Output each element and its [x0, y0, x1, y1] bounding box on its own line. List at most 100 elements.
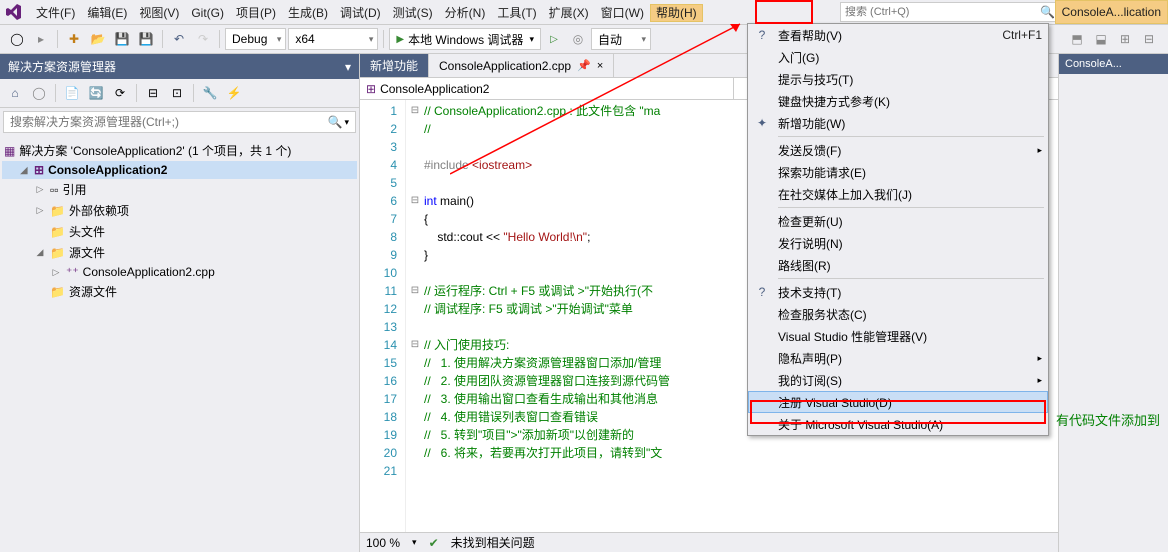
tab-cpp[interactable]: ConsoleApplication2.cpp📌×: [429, 54, 614, 77]
sync-icon[interactable]: 🔄: [85, 82, 107, 104]
play-nodbg-icon[interactable]: ▷: [543, 28, 565, 50]
project-node[interactable]: ◢ ⊞ ConsoleApplication2: [2, 161, 357, 179]
line-gutter: 123456789101112131415161718192021: [360, 100, 406, 552]
search-box[interactable]: 🔍: [840, 2, 1060, 22]
help-item[interactable]: 路线图(R): [748, 254, 1048, 276]
target-icon[interactable]: ◎: [567, 28, 589, 50]
ext-node[interactable]: ▷📁外部依赖项: [2, 200, 357, 221]
solution-node[interactable]: ▦ 解决方案 'ConsoleApplication2' (1 个项目，共 1 …: [2, 140, 357, 161]
r-tool4-icon[interactable]: ⊟: [1138, 28, 1160, 50]
start-debug-button[interactable]: ▶ 本地 Windows 调试器 ▾: [389, 28, 541, 50]
help-item[interactable]: ✦新增功能(W): [748, 112, 1048, 134]
collapse-icon[interactable]: ⊟: [142, 82, 164, 104]
props-icon[interactable]: 🔧: [199, 82, 221, 104]
res-node[interactable]: 📁资源文件: [2, 281, 357, 302]
explorer-search[interactable]: 🔍 ▾: [3, 111, 356, 133]
help-item[interactable]: 检查服务状态(C): [748, 303, 1048, 325]
help-item[interactable]: 发行说明(N): [748, 232, 1048, 254]
auto-combo[interactable]: 自动: [591, 28, 651, 50]
help-item[interactable]: 在社交媒体上加入我们(J): [748, 183, 1048, 205]
refs-node[interactable]: ▷▫▫引用: [2, 179, 357, 200]
expand-icon[interactable]: ▷: [34, 184, 46, 195]
help-item[interactable]: 我的订阅(S)▸: [748, 369, 1048, 391]
help-item[interactable]: ?技术支持(T): [748, 281, 1048, 303]
hdr-node[interactable]: 📁头文件: [2, 221, 357, 242]
help-item[interactable]: Visual Studio 性能管理器(V): [748, 325, 1048, 347]
help-item[interactable]: 提示与技巧(T): [748, 68, 1048, 90]
switch-icon[interactable]: 📄: [61, 82, 83, 104]
menu-窗口W[interactable]: 窗口(W): [595, 4, 650, 22]
menu-调试D[interactable]: 调试(D): [334, 4, 387, 22]
back2-icon[interactable]: ◯: [28, 82, 50, 104]
open-icon[interactable]: 📂: [87, 28, 109, 50]
issues-text: 未找到相关问题: [451, 534, 535, 551]
help-item[interactable]: 检查更新(U): [748, 210, 1048, 232]
menu-视图V[interactable]: 视图(V): [133, 4, 185, 22]
help-item[interactable]: 注册 Visual Studio(D): [748, 391, 1048, 413]
expand-icon[interactable]: ▷: [34, 205, 46, 216]
help-item[interactable]: 键盘快捷方式参考(K): [748, 90, 1048, 112]
help-item[interactable]: 隐私声明(P)▸: [748, 347, 1048, 369]
home-icon[interactable]: ⌂: [4, 82, 26, 104]
expand-icon[interactable]: ◢: [34, 247, 46, 258]
overflow-text: 有代码文件添加到: [1056, 410, 1160, 429]
preview-icon[interactable]: ⚡: [223, 82, 245, 104]
help-item[interactable]: ?查看帮助(V)Ctrl+F1: [748, 24, 1048, 46]
menu-帮助H[interactable]: 帮助(H): [650, 4, 703, 22]
explorer-search-input[interactable]: [10, 115, 328, 129]
menu-测试S[interactable]: 测试(S): [387, 4, 439, 22]
solution-tree[interactable]: ▦ 解决方案 'ConsoleApplication2' (1 个项目，共 1 …: [0, 136, 359, 552]
r-tool3-icon[interactable]: ⊞: [1114, 28, 1136, 50]
platform-combo[interactable]: x64: [288, 28, 378, 50]
menu-编辑E[interactable]: 编辑(E): [81, 4, 133, 22]
solution-explorer: 解决方案资源管理器▾ ⌂ ◯ 📄 🔄 ⟳ ⊟ ⊡ 🔧 ⚡ 🔍 ▾ ▦ 解决方案 …: [0, 54, 360, 552]
menu-项目P[interactable]: 项目(P): [230, 4, 282, 22]
menu-文件F[interactable]: 文件(F): [30, 4, 81, 22]
cpp-file-node[interactable]: ▷⁺⁺ConsoleApplication2.cpp: [2, 263, 357, 281]
help-item[interactable]: 入门(G): [748, 46, 1048, 68]
pin-icon[interactable]: 📌: [577, 59, 591, 72]
help-item[interactable]: 发送反馈(F)▸: [748, 139, 1048, 161]
src-node[interactable]: ◢📁源文件: [2, 242, 357, 263]
search-input[interactable]: [845, 6, 1040, 18]
zoom-level[interactable]: 100 %: [366, 536, 400, 550]
undo-icon[interactable]: ↶: [168, 28, 190, 50]
folder-icon: 📁: [50, 246, 65, 260]
refresh-icon[interactable]: ⟳: [109, 82, 131, 104]
back-icon[interactable]: ◯: [6, 28, 28, 50]
help-item[interactable]: 探索功能请求(E): [748, 161, 1048, 183]
fold-column[interactable]: ⊟⊟⊟⊟: [406, 100, 424, 552]
right-doc-tab[interactable]: ConsoleA...lication: [1055, 0, 1168, 24]
refs-icon: ▫▫: [50, 183, 59, 197]
fwd-icon[interactable]: ▸: [30, 28, 52, 50]
tab-whatsnew[interactable]: 新增功能: [360, 54, 429, 77]
menu-GitG[interactable]: Git(G): [185, 4, 230, 22]
right-toolbar: ⬒ ⬓ ⊞ ⊟: [1058, 24, 1168, 54]
explorer-toolbar: ⌂ ◯ 📄 🔄 ⟳ ⊟ ⊡ 🔧 ⚡: [0, 79, 359, 108]
r-tool2-icon[interactable]: ⬓: [1090, 28, 1112, 50]
close-icon[interactable]: ×: [597, 60, 603, 72]
config-combo[interactable]: Debug: [225, 28, 286, 50]
search-icon: 🔍: [1040, 5, 1055, 19]
project-icon: ⊞: [34, 163, 44, 177]
redo-icon[interactable]: ↷: [192, 28, 214, 50]
menu-分析N[interactable]: 分析(N): [439, 4, 492, 22]
expand-icon[interactable]: ◢: [18, 165, 30, 176]
help-dropdown: ?查看帮助(V)Ctrl+F1入门(G)提示与技巧(T)键盘快捷方式参考(K)✦…: [747, 23, 1049, 436]
expand-icon[interactable]: ▷: [50, 267, 62, 278]
menu-扩展X[interactable]: 扩展(X): [543, 4, 595, 22]
scope-combo[interactable]: ⊞ConsoleApplication2: [360, 78, 734, 99]
solution-explorer-title: 解决方案资源管理器▾: [0, 54, 359, 79]
r-tool1-icon[interactable]: ⬒: [1066, 28, 1088, 50]
save-all-icon[interactable]: 💾: [135, 28, 157, 50]
ok-icon: ✔: [429, 536, 439, 550]
help-item[interactable]: 关于 Microsoft Visual Studio(A): [748, 413, 1048, 435]
play-icon: ▶: [396, 34, 404, 45]
new-item-icon[interactable]: ✚: [63, 28, 85, 50]
panel-menu-icon[interactable]: ▾: [345, 60, 351, 74]
folder-icon: 📁: [50, 225, 65, 239]
show-all-icon[interactable]: ⊡: [166, 82, 188, 104]
menu-生成B[interactable]: 生成(B): [282, 4, 334, 22]
menu-工具T[interactable]: 工具(T): [491, 4, 542, 22]
save-icon[interactable]: 💾: [111, 28, 133, 50]
